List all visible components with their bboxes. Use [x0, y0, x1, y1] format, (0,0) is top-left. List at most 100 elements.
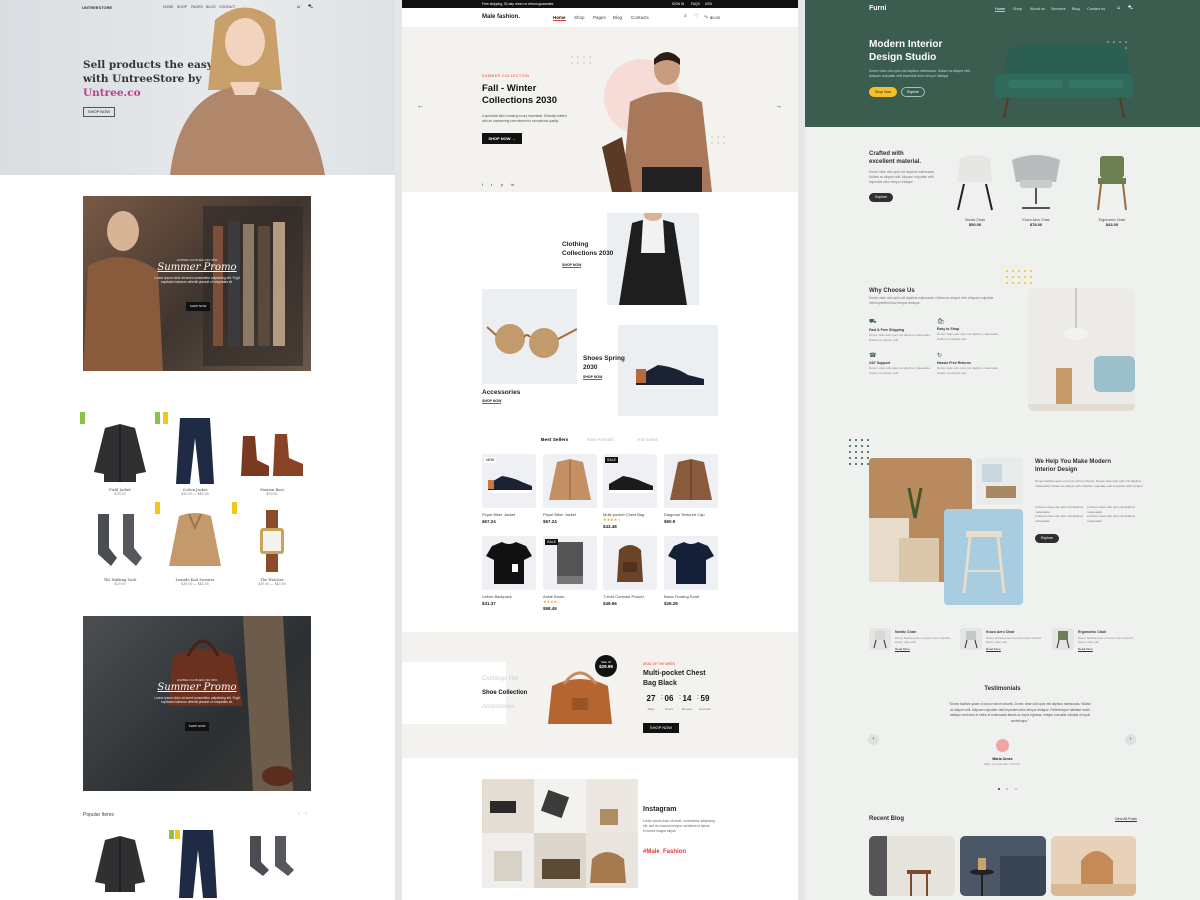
category-clothings-hot[interactable]: Clothings Hot [482, 676, 518, 682]
brand-logo[interactable]: UNTREESTORE [82, 5, 112, 10]
accessories-shop-link[interactable]: SHOP NOW [482, 399, 502, 404]
carousel-next-icon[interactable]: › [305, 811, 307, 817]
product-card-walking-sock[interactable]: The Walking Sock $29.00 [82, 502, 158, 586]
product-card-knit-sweater[interactable]: Leaside Knit Sweater $39.00 — $45.00 [155, 502, 233, 586]
chair-image[interactable] [1082, 150, 1142, 212]
product-image[interactable] [482, 536, 536, 590]
cart-icon[interactable]: ⛍ [1128, 5, 1133, 12]
crafted-explore-button[interactable]: Explore [869, 193, 893, 202]
nav-about[interactable]: About us [1030, 7, 1045, 11]
product-image[interactable] [157, 418, 233, 484]
faqs-link[interactable]: FAQS [691, 2, 700, 6]
heart-icon[interactable]: ♡ [694, 13, 698, 19]
blog-card-image[interactable] [960, 836, 1046, 896]
popular-pants-image[interactable] [169, 830, 223, 900]
nav-home[interactable]: Home [995, 7, 1006, 12]
product-card-watcher[interactable]: The Watcher $39.00 — $45.00 [232, 502, 310, 586]
product-card[interactable]: Piqué Biker Jacket $67.24 [543, 454, 597, 524]
nav-home[interactable]: Home [553, 15, 566, 21]
tab-new-arrivals[interactable]: New Arrivals [587, 438, 614, 443]
read-more-link[interactable]: Read More [895, 647, 910, 651]
explore-button[interactable]: Explore [901, 87, 925, 97]
category-shoe-collection[interactable]: Shoe Collection [482, 690, 527, 696]
product-image[interactable]: NEW [482, 454, 536, 508]
product-image[interactable]: SALE [543, 536, 597, 590]
product-card[interactable]: NEW Piqué Biker Jacket $67.24 [482, 454, 536, 524]
site-logo[interactable]: Furni [869, 5, 887, 12]
product-image[interactable] [603, 536, 657, 590]
read-more-link[interactable]: Read More [986, 647, 1001, 651]
nav-contact[interactable]: Contact us [1087, 7, 1105, 11]
product-card[interactable]: Diagonal Textured Cap $60.9 [664, 454, 718, 524]
nav-shop[interactable]: Shop [574, 15, 585, 20]
shoes-shop-link[interactable]: SHOP NOW [583, 375, 603, 380]
deal-shop-button[interactable]: SHOP NOW [643, 723, 679, 733]
product-name[interactable]: Lether Backpack [482, 594, 536, 599]
slider-dots[interactable] [998, 777, 1017, 795]
shop-now-button[interactable]: Shop Now [869, 87, 897, 97]
testimonial-next-icon[interactable]: › [1125, 734, 1136, 745]
facebook-icon[interactable]: f [482, 183, 483, 187]
product-card-field-jacket[interactable]: Field Jacket $39.00 [80, 412, 158, 496]
sign-in-link[interactable]: SIGN IN [672, 2, 684, 6]
mini-product-image[interactable] [960, 628, 982, 650]
clothing-banner-image[interactable] [607, 209, 699, 305]
blog-card-image[interactable] [1051, 836, 1136, 896]
popular-jacket-image[interactable] [90, 832, 150, 897]
product-image[interactable]: SALE [603, 454, 657, 508]
tab-best-sellers[interactable]: Best Sellers [541, 438, 568, 443]
pinterest-icon[interactable]: p [501, 183, 503, 187]
chair-image[interactable] [945, 150, 1005, 212]
product-name[interactable]: Piqué Biker Jacket [482, 512, 536, 517]
blog-card-image[interactable] [869, 836, 955, 896]
nav-services[interactable]: Services [1051, 7, 1066, 11]
mini-product-name[interactable]: Nordic Chair [895, 630, 916, 634]
site-logo[interactable]: Male fashion. [482, 14, 520, 20]
product-card[interactable]: Basic Flowing Scarf $26.28 [664, 536, 718, 606]
testimonial-prev-icon[interactable]: ‹ [868, 734, 879, 745]
accessories-banner-image[interactable] [482, 289, 578, 384]
popular-socks-image[interactable] [245, 836, 300, 881]
nav-blog[interactable]: Blog [613, 15, 622, 20]
product-card-stanton-boot[interactable]: Stanton Boot $39.00 [234, 412, 310, 496]
product-image[interactable] [82, 508, 158, 574]
mini-product-image[interactable] [869, 628, 891, 650]
product-name[interactable]: Piqué Biker Jacket [543, 512, 597, 517]
nav-pages[interactable]: Pages [593, 15, 606, 20]
product-card[interactable]: T-shirt Contrast Pocket $49.66 [603, 536, 657, 606]
chair-product-card[interactable]: Kruzo Aero Chair $78.00 [1006, 150, 1066, 227]
product-image[interactable] [234, 508, 310, 574]
search-icon[interactable]: ⌕ [684, 13, 687, 19]
arrow-left-icon[interactable]: ← [417, 103, 424, 110]
promo-shop-button[interactable]: SHOP NOW [186, 302, 210, 311]
read-more-link[interactable]: Read More [1078, 647, 1093, 651]
chair-product-card[interactable]: Ergonomic Chair $43.00 [1082, 150, 1142, 227]
product-name[interactable]: T-shirt Contrast Pocket [603, 594, 657, 599]
product-image[interactable] [234, 418, 310, 484]
mini-product-name[interactable]: Ergonomic Chair [1078, 630, 1106, 634]
chair-image[interactable] [1006, 150, 1066, 212]
product-name[interactable]: Diagonal Textured Cap [664, 512, 718, 517]
product-card[interactable]: Lether Backpack $31.37 [482, 536, 536, 606]
shop-now-button[interactable]: SHOP NOW [83, 107, 115, 117]
product-image[interactable] [157, 508, 233, 574]
user-icon[interactable]: ☺ [1116, 5, 1121, 11]
product-name[interactable]: Basic Flowing Scarf [664, 594, 718, 599]
product-image[interactable] [664, 454, 718, 508]
currency-select[interactable]: USD [705, 2, 712, 6]
chair-product-card[interactable]: Nordic Chair $50.00 [945, 150, 1005, 227]
category-accessories[interactable]: Accessories [482, 704, 514, 710]
instagram-icon[interactable]: in [511, 183, 514, 187]
carousel-prev-icon[interactable]: ‹ [298, 811, 300, 817]
tab-hot-sales[interactable]: Hot Sales [637, 438, 658, 443]
product-card-cotton-jacket[interactable]: Cotton Jacket $39.00 — $45.00 [155, 412, 233, 496]
view-all-posts-link[interactable]: View All Posts [1115, 817, 1137, 821]
product-card[interactable]: SALE Multi-pocket Chest Bag ★★★★☆ $43.48 [603, 454, 657, 529]
arrow-right-icon[interactable]: → [775, 103, 782, 110]
promo-shop-button[interactable]: SHOP NOW [185, 722, 209, 731]
shoes-banner-image[interactable] [618, 325, 718, 416]
mini-product-name[interactable]: Kruzo Aero Chair [986, 630, 1015, 634]
shop-now-button[interactable]: SHOP NOW → [482, 133, 522, 144]
clothing-shop-link[interactable]: SHOP NOW [562, 263, 582, 268]
twitter-icon[interactable]: t [491, 183, 492, 187]
